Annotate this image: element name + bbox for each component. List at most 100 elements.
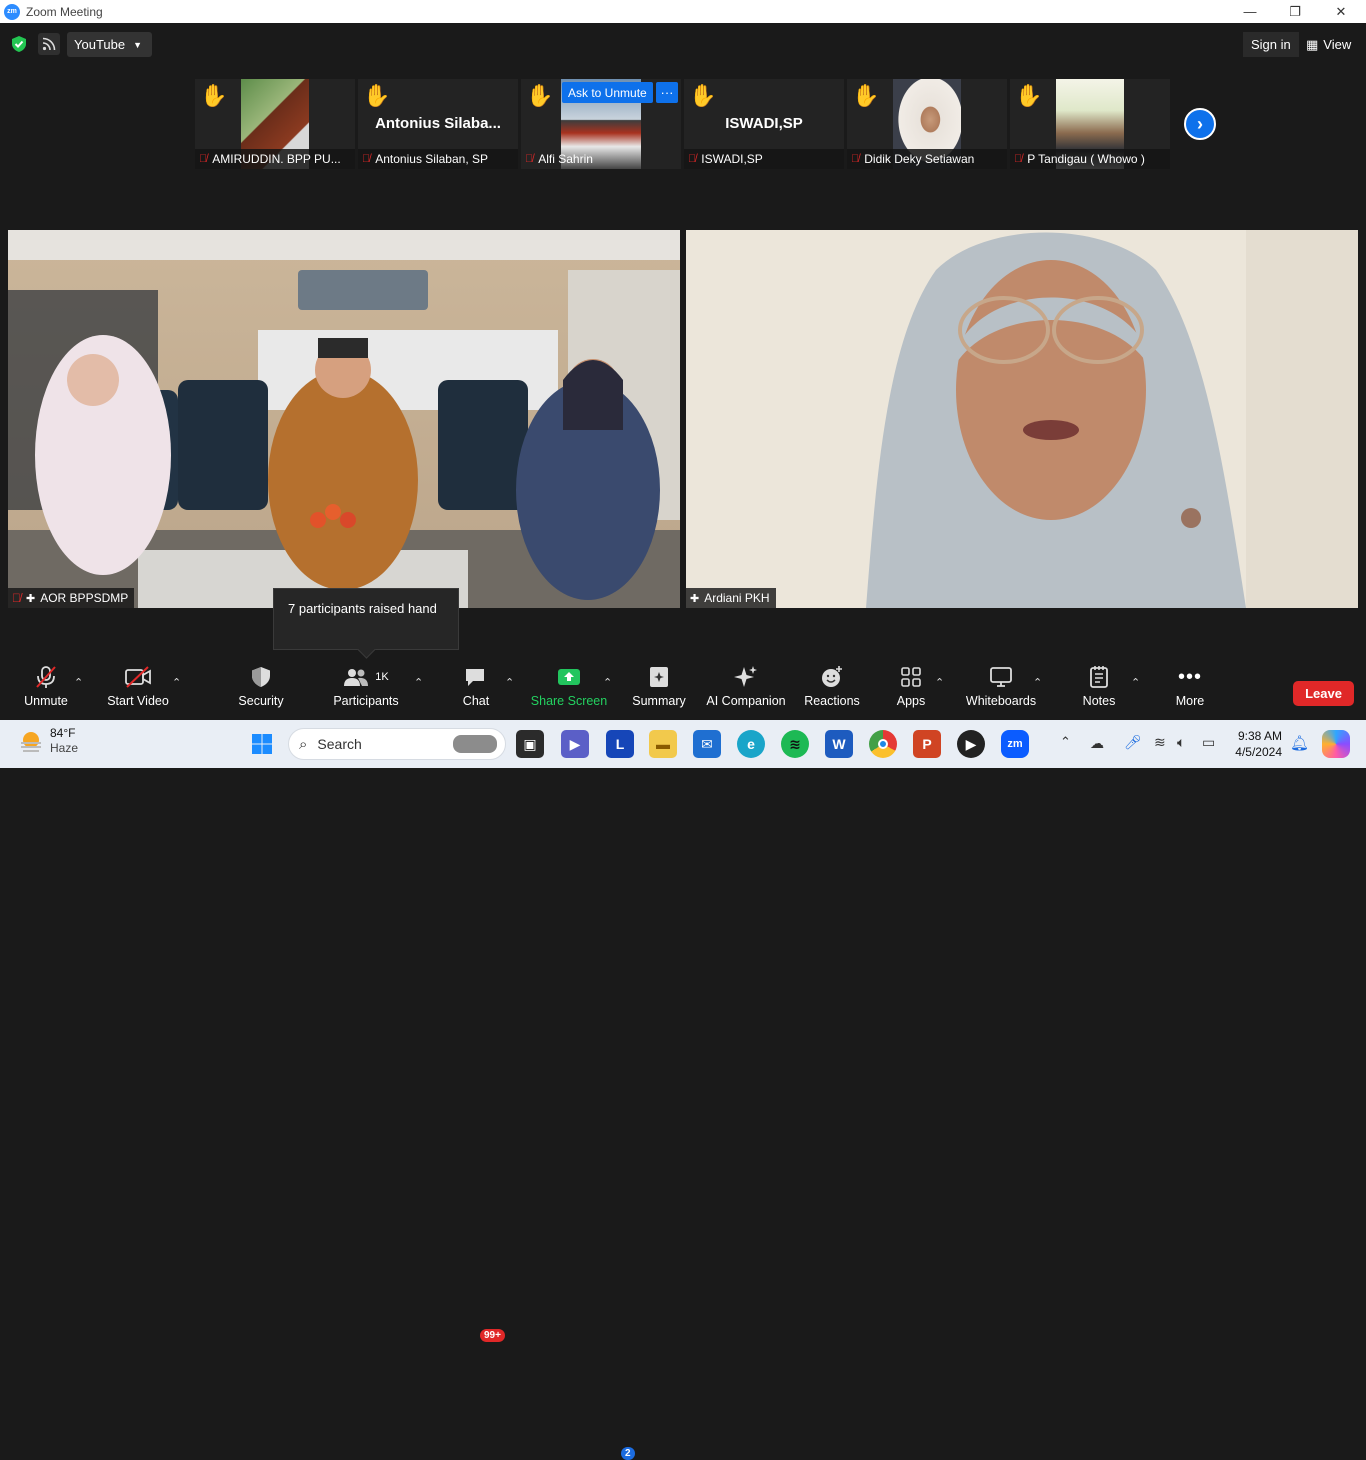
zoom-taskbar-icon[interactable]: zm	[1001, 730, 1029, 758]
muted-mic-icon: 🎙̸	[525, 153, 534, 165]
chat-options-caret[interactable]: ⌃	[505, 676, 514, 689]
participant-name: ISWADI,SP	[701, 152, 763, 166]
notes-button[interactable]: Notes	[1079, 660, 1119, 720]
os-taskbar: 84°F Haze ⌕ Search ▣ ▶ L 2 ▬ ✉ e ≋ W P ▶…	[0, 720, 1366, 1460]
participant-name-bar: 🎙̸ AMIRUDDIN. BPP PU...	[195, 149, 355, 169]
video-feed	[8, 230, 680, 608]
participant-name-bar: 🎙̸ Antonius Silaban, SP	[358, 149, 518, 169]
edge-browser-icon[interactable]: e	[737, 730, 765, 758]
grid-view-icon: ▦	[1306, 36, 1319, 52]
ai-companion-button[interactable]: AI Companion	[705, 660, 787, 720]
live-stream-icon[interactable]	[38, 33, 60, 55]
notes-label: Notes	[1082, 694, 1116, 708]
taskbar-search-box[interactable]: ⌕ Search	[288, 728, 506, 760]
participant-thumbnail[interactable]: ✋ 🎙̸ Didik Deky Setiawan	[847, 79, 1007, 169]
microphone-icon[interactable]: 🎤︎	[1124, 734, 1142, 751]
maximize-button[interactable]: ❐	[1272, 0, 1318, 23]
raised-hand-icon: ✋	[1015, 83, 1043, 108]
battery-icon[interactable]: ▭	[1202, 734, 1215, 751]
meeting-topbar: YouTube ▼ Sign in ▦ View	[0, 23, 1366, 67]
more-button[interactable]: ••• More	[1170, 660, 1210, 720]
participant-thumbnail[interactable]: ✋ 🎙̸ AMIRUDDIN. BPP PU...	[195, 79, 355, 169]
participants-button[interactable]: 1K Participants	[333, 660, 399, 720]
next-page-button[interactable]: ›	[1184, 108, 1216, 140]
view-button[interactable]: ▦ View	[1300, 32, 1357, 57]
windows-start-icon[interactable]	[248, 730, 276, 758]
share-screen-button[interactable]: Share Screen	[530, 660, 608, 720]
emoji-plus-icon	[820, 660, 844, 694]
participant-thumbnail[interactable]: ✋ Antonius Silaba... 🎙̸ Antonius Silaban,…	[358, 79, 518, 169]
shield-icon	[250, 660, 272, 694]
participant-name: AMIRUDDIN. BPP PU...	[212, 152, 341, 166]
notes-options-caret[interactable]: ⌃	[1131, 676, 1140, 689]
muted-mic-icon: 🎙̸	[362, 153, 371, 165]
participant-name-bar: 🎙̸ P Tandigau ( Whowo )	[1010, 149, 1170, 169]
chevron-up-icon[interactable]: ⌃	[1060, 734, 1071, 750]
leave-button[interactable]: Leave	[1293, 681, 1354, 706]
video-options-caret[interactable]: ⌃	[172, 676, 181, 689]
participants-label: Participants	[333, 694, 399, 708]
volume-icon[interactable]: 🔈︎	[1177, 734, 1185, 751]
notes-icon	[1089, 660, 1109, 694]
ask-to-unmute-button[interactable]: Ask to Unmute	[562, 82, 653, 103]
video-tile-left[interactable]: 🎙̸ ✚ AOR BPPSDMP	[8, 230, 680, 608]
audio-options-caret[interactable]: ⌃	[74, 676, 83, 689]
file-explorer-icon[interactable]: ▬	[649, 730, 677, 758]
wifi-icon[interactable]: ≋	[1154, 734, 1166, 751]
whiteboards-options-caret[interactable]: ⌃	[1033, 676, 1042, 689]
unmute-button[interactable]: Unmute	[15, 660, 77, 720]
powerpoint-icon[interactable]: P	[913, 730, 941, 758]
security-button[interactable]: Security	[232, 660, 290, 720]
video-feed	[686, 230, 1358, 608]
chat-button[interactable]: Chat	[456, 660, 496, 720]
word-icon[interactable]: W	[825, 730, 853, 758]
participant-thumbnail[interactable]: ✋ ISWADI,SP 🎙̸ ISWADI,SP	[684, 79, 844, 169]
cloud-icon[interactable]: ☁	[1090, 735, 1104, 752]
whiteboard-icon	[989, 660, 1013, 694]
close-button[interactable]: ✕	[1318, 0, 1364, 23]
apps-button[interactable]: Apps	[891, 660, 931, 720]
muted-mic-icon: 🎙̸	[851, 153, 860, 165]
start-video-button[interactable]: Start Video	[103, 660, 173, 720]
weather-widget[interactable]: 84°F Haze	[18, 726, 78, 756]
unmute-label: Unmute	[24, 694, 68, 708]
app-l-icon[interactable]: L	[606, 730, 634, 758]
participant-thumbnail[interactable]: ✋ 🎙̸ P Tandigau ( Whowo )	[1010, 79, 1170, 169]
notification-bell-icon[interactable]: 🔔︎	[1290, 734, 1309, 752]
share-screen-label: Share Screen	[530, 694, 608, 708]
start-video-label: Start Video	[107, 694, 169, 708]
apps-options-caret[interactable]: ⌃	[935, 676, 944, 689]
media-player-icon[interactable]: ▶	[957, 730, 985, 758]
stream-target-dropdown[interactable]: YouTube ▼	[67, 32, 153, 57]
teams-icon[interactable]: ▶	[561, 730, 589, 758]
system-clock[interactable]: 9:38 AM 4/5/2024	[1230, 728, 1282, 760]
raised-hand-icon: ✋	[852, 83, 880, 108]
minimize-button[interactable]: —	[1227, 0, 1273, 23]
copilot-icon[interactable]	[1322, 730, 1350, 758]
pin-icon: ✚	[690, 592, 700, 605]
sign-in-button[interactable]: Sign in	[1243, 32, 1299, 57]
muted-mic-icon: 🎙̸	[688, 153, 697, 165]
task-view-icon[interactable]: ▣	[516, 730, 544, 758]
whiteboards-label: Whiteboards	[965, 694, 1037, 708]
participant-display-name: Antonius Silaba...	[375, 115, 501, 132]
participant-name-bar: 🎙̸ ISWADI,SP	[684, 149, 844, 169]
muted-mic-icon: 🎙̸	[12, 591, 21, 605]
spotify-icon[interactable]: ≋	[781, 730, 809, 758]
whiteboards-button[interactable]: Whiteboards	[965, 660, 1037, 720]
reactions-button[interactable]: Reactions	[804, 660, 860, 720]
participant-name-bar: 🎙̸ Alfi Sahrin	[521, 149, 681, 169]
summary-button[interactable]: Summary	[631, 660, 687, 720]
raised-hand-icon: ✋	[200, 83, 228, 108]
chrome-icon[interactable]	[869, 730, 897, 758]
video-tile-right[interactable]: ✚ Ardiani PKH	[686, 230, 1358, 608]
sparkle-icon	[733, 660, 759, 694]
muted-mic-icon	[34, 660, 58, 694]
share-options-caret[interactable]: ⌃	[603, 676, 612, 689]
mail-icon[interactable]: ✉	[693, 730, 721, 758]
raised-hand-icon: ✋	[689, 83, 717, 108]
chat-unread-badge: 99+	[480, 1329, 505, 1342]
encryption-shield-icon[interactable]	[10, 35, 28, 53]
participants-options-caret[interactable]: ⌃	[414, 676, 423, 689]
more-options-button[interactable]: ···	[656, 82, 678, 103]
